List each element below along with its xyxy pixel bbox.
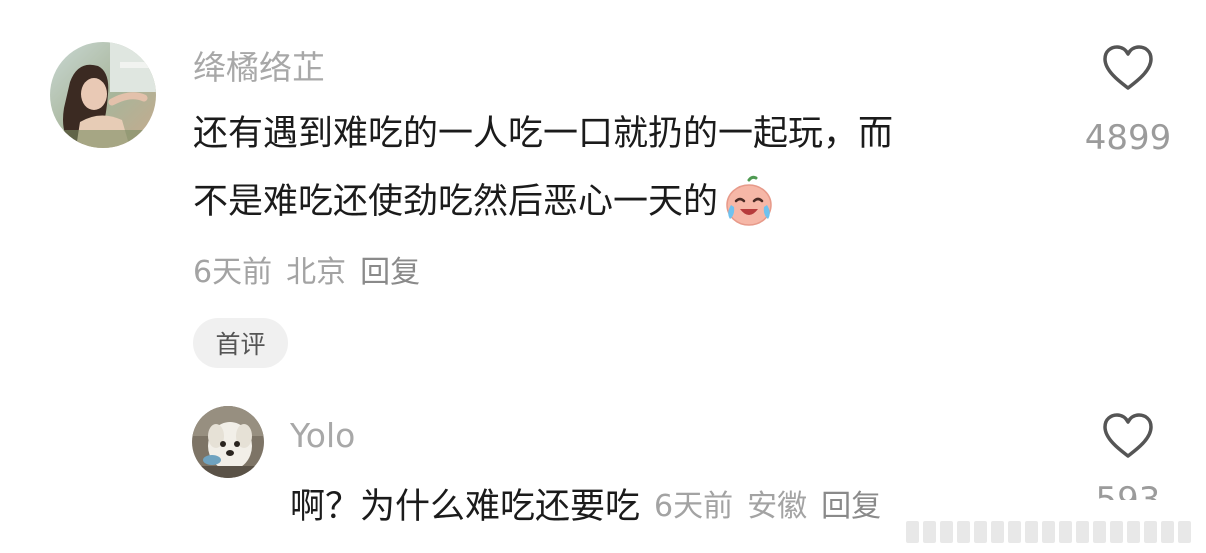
comment-text-line2-row: 不是难吃还使劲吃然后恶心一天的 [193,175,776,229]
first-comment-badge: 首评 [193,318,288,368]
comment-username[interactable]: 绛橘络芷 [193,48,325,88]
reply-reply-button[interactable]: 回复 [821,481,881,525]
heart-outline-icon [1103,45,1153,90]
comment-text-line2: 不是难吃还使劲吃然后恶心一天的 [193,182,719,222]
reply-content-row: 啊？为什么难吃还要吃 6天前 安徽 回复 [290,478,881,528]
like-count: 4899 [1084,118,1172,158]
comment-time: 6天前 [193,255,273,290]
reply-text: 啊？为什么难吃还要吃 [290,486,641,527]
comment-meta: 6天前 北京 回复 [193,247,434,291]
comment-location: 北京 [286,255,347,290]
reply-avatar[interactable] [192,406,264,478]
avatar[interactable] [50,42,156,148]
heart-outline-icon [1103,413,1153,458]
reply-username[interactable]: Yolo [290,416,355,456]
comment-thread: 绛橘络芷 还有遇到难吃的一人吃一口就扔的一起玩，而 不是难吃还使劲吃然后恶心一天… [0,0,1206,553]
avatar-photo [50,42,156,148]
reply-button[interactable]: 回复 [360,247,420,291]
reply-time: 6天前 [654,489,734,524]
reply-location: 安徽 [747,489,808,524]
comment-text-line1: 还有遇到难吃的一人吃一口就扔的一起玩，而 [193,114,894,154]
watermark-bars [906,509,1191,543]
laugh-cry-emoji-icon [722,175,776,229]
reply-avatar-photo [192,406,264,478]
like-button[interactable]: 4899 [1080,44,1176,158]
